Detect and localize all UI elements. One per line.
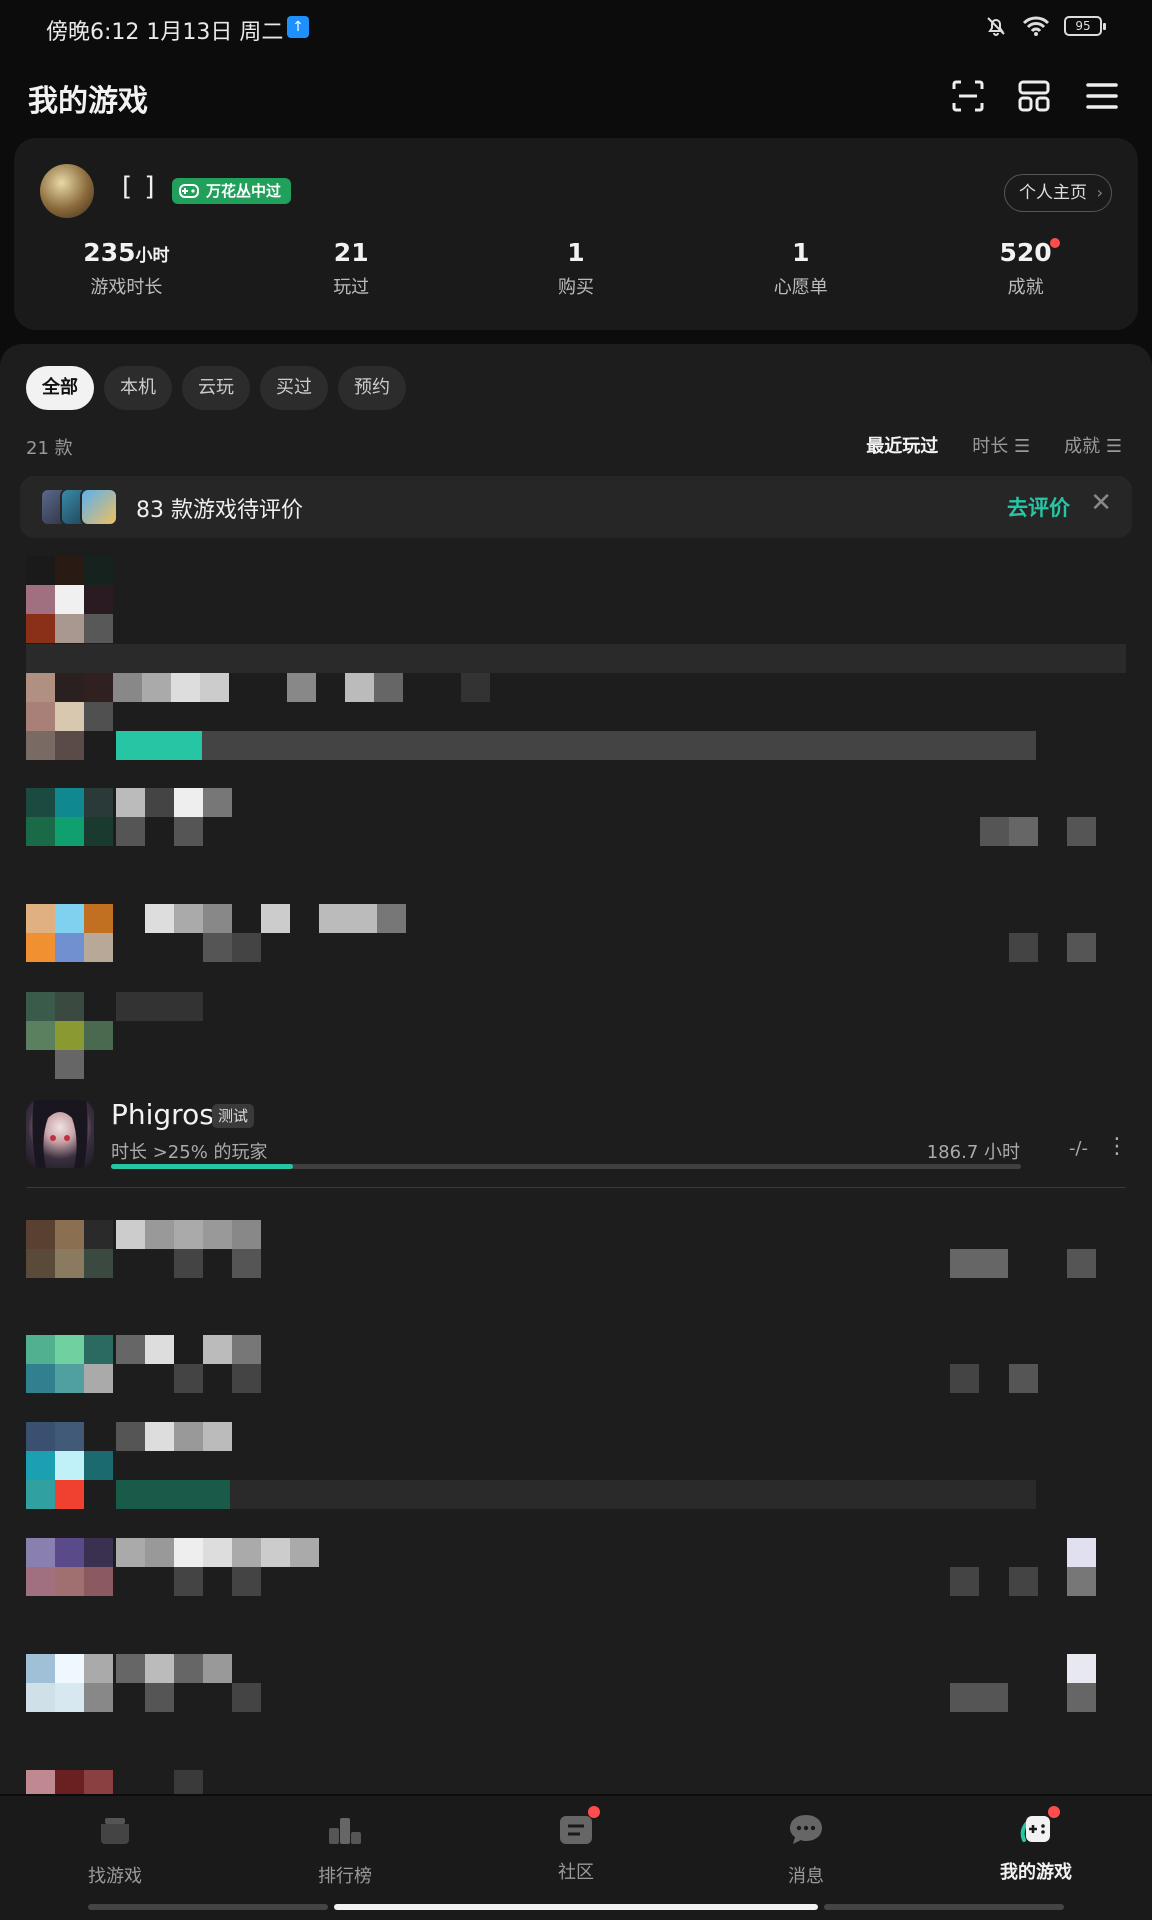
nav-label: 排行榜 xyxy=(318,1866,372,1887)
nav-find-game[interactable]: 找游戏 xyxy=(35,1810,195,1888)
obscured-game-list-top xyxy=(0,556,1152,1079)
status-time: 傍晚6:12 1月13日 周二 xyxy=(46,20,284,45)
divider xyxy=(26,1187,1126,1188)
sort-icon: ☰ xyxy=(1008,436,1031,457)
stats-row: 235小时 游戏时长 21 玩过 1 购买 1 心愿单 520 成就 xyxy=(14,238,1138,299)
stat-value: 1 xyxy=(567,238,585,267)
review-action-button[interactable]: 去评价 xyxy=(1007,492,1070,522)
filter-cloud[interactable]: 云玩 xyxy=(182,366,250,410)
status-icons: 95 xyxy=(984,14,1106,38)
homepage-label: 个人主页 xyxy=(1019,183,1087,203)
stat-value: 21 xyxy=(333,238,369,267)
message-icon xyxy=(790,1815,822,1844)
game-row-phigros[interactable]: Phigros 测试 时长 >25% 的玩家 186.7 小时 -/- ⋮ xyxy=(0,1080,1152,1186)
nav-ranking[interactable]: 排行榜 xyxy=(265,1810,425,1888)
filter-all[interactable]: 全部 xyxy=(26,366,94,410)
sort-duration-label: 时长 xyxy=(972,436,1009,457)
bottom-nav: 找游戏 排行榜 社区 消息 我的游戏 xyxy=(0,1796,1152,1920)
menu-icon[interactable] xyxy=(1084,78,1120,114)
nav-community[interactable]: 社区 xyxy=(496,1806,656,1884)
notification-dot xyxy=(1049,238,1060,248)
notification-dot xyxy=(1048,1806,1060,1818)
scan-icon[interactable] xyxy=(950,78,986,114)
stat-wishlist[interactable]: 1 心愿单 xyxy=(688,238,913,299)
sort-duration[interactable]: 时长 ☰ xyxy=(972,432,1030,458)
wifi-icon xyxy=(1022,16,1050,36)
stat-value: 1 xyxy=(792,238,810,267)
stat-playtime[interactable]: 235小时 游戏时长 xyxy=(14,238,239,299)
nav-message[interactable]: 消息 xyxy=(726,1810,886,1888)
filter-local[interactable]: 本机 xyxy=(104,366,172,410)
filter-reserved[interactable]: 预约 xyxy=(338,366,406,410)
game-icon xyxy=(26,1100,94,1168)
nav-label: 我的游戏 xyxy=(1000,1862,1072,1883)
stat-value: 235 xyxy=(83,238,136,267)
sort-achievements-label: 成就 xyxy=(1064,436,1101,457)
progress-fill xyxy=(111,1164,293,1169)
header: 我的游戏 xyxy=(0,62,1152,132)
game-count: 21 款 xyxy=(26,438,73,459)
playtime-progress xyxy=(111,1164,1021,1169)
close-icon[interactable]: ✕ xyxy=(1090,488,1112,518)
sort-icon: ☰ xyxy=(1100,436,1122,457)
stat-achievements[interactable]: 520 成就 xyxy=(913,238,1138,299)
nav-my-games[interactable]: 我的游戏 xyxy=(956,1806,1116,1884)
stat-unit: 小时 xyxy=(135,246,170,266)
game-name: Phigros xyxy=(111,1098,214,1131)
gesture-bar-side xyxy=(824,1904,1064,1910)
game-thumbnail xyxy=(80,488,118,526)
sort-options: 最近玩过 时长 ☰ 成就 ☰ xyxy=(866,432,1122,458)
stat-label: 心愿单 xyxy=(773,277,828,298)
find-game-icon xyxy=(101,1818,129,1844)
game-achievements: -/- xyxy=(1068,1138,1088,1159)
obscured-game-list-bottom xyxy=(0,1220,1152,1794)
chevron-right-icon: › xyxy=(1096,183,1103,202)
sort-achievements[interactable]: 成就 ☰ xyxy=(1064,432,1122,458)
homepage-button[interactable]: 个人主页 › xyxy=(1004,174,1112,212)
filter-chips: 全部 本机 云玩 买过 预约 xyxy=(26,366,406,410)
review-thumbnails xyxy=(40,488,120,526)
stat-value: 520 xyxy=(999,238,1052,267)
gamepad-icon xyxy=(179,184,199,198)
game-subtitle: 时长 >25% 的玩家 xyxy=(111,1142,268,1163)
username: [ ] xyxy=(122,172,157,202)
profile-card: [ ] 万花丛中过 个人主页 › 235小时 游戏时长 21 玩过 1 购买 1… xyxy=(14,138,1138,330)
badge-label: 万花丛中过 xyxy=(206,182,282,200)
review-prompt[interactable]: 83 款游戏待评价 去评价 ✕ xyxy=(20,476,1132,538)
page-title: 我的游戏 xyxy=(28,84,148,119)
nav-label: 社区 xyxy=(558,1862,594,1883)
stat-label: 成就 xyxy=(1007,277,1044,298)
notification-dot xyxy=(588,1806,600,1818)
gesture-bar-side xyxy=(88,1904,328,1910)
nav-label: 消息 xyxy=(788,1866,824,1887)
game-test-tag: 测试 xyxy=(212,1104,255,1128)
my-games-icon xyxy=(1016,1806,1060,1850)
more-icon[interactable]: ⋮ xyxy=(1106,1134,1128,1159)
upload-icon: ↑ xyxy=(287,16,309,38)
ranking-icon xyxy=(329,1818,361,1844)
community-icon xyxy=(556,1806,600,1850)
achievement-badge[interactable]: 万花丛中过 xyxy=(172,178,292,204)
game-hours: 186.7 小时 xyxy=(926,1142,1020,1163)
nav-label: 找游戏 xyxy=(88,1866,142,1887)
stat-label: 游戏时长 xyxy=(90,277,163,298)
mute-bell-icon xyxy=(987,17,1005,36)
status-bar: 傍晚6:12 1月13日 周二 ↑ 95 xyxy=(0,0,1152,60)
stat-label: 购买 xyxy=(557,277,594,298)
stat-purchased[interactable]: 1 购买 xyxy=(464,238,689,299)
stat-played[interactable]: 21 玩过 xyxy=(239,238,464,299)
review-text: 83 款游戏待评价 xyxy=(136,498,303,523)
home-indicator[interactable] xyxy=(334,1904,818,1910)
layout-icon[interactable] xyxy=(1016,78,1052,114)
avatar[interactable] xyxy=(40,164,94,218)
sort-recent[interactable]: 最近玩过 xyxy=(866,432,938,458)
battery-indicator: 95 xyxy=(1064,16,1106,36)
stat-label: 玩过 xyxy=(333,277,370,298)
filter-purchased[interactable]: 买过 xyxy=(260,366,328,410)
character-art-icon xyxy=(32,1100,88,1168)
game-list-panel: 全部 本机 云玩 买过 预约 21 款 最近玩过 时长 ☰ 成就 ☰ 83 款游… xyxy=(0,344,1152,1794)
